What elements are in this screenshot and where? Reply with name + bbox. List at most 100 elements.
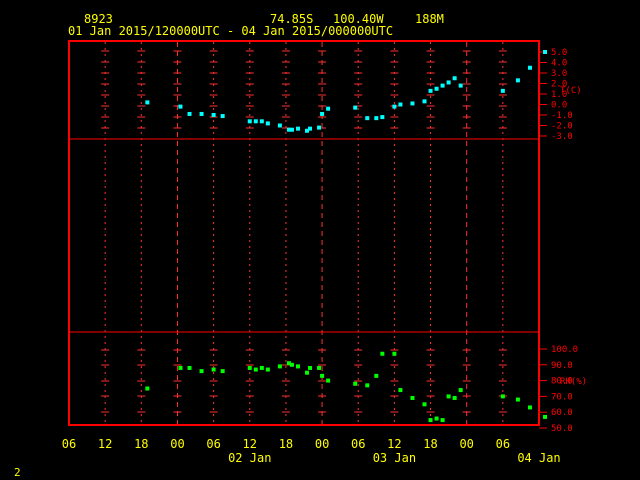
humidity-axis-tick-label: 100.0 bbox=[551, 345, 578, 355]
temperature-axis-tick-label: 4.0 bbox=[551, 59, 567, 69]
temperature-point bbox=[458, 83, 463, 88]
temperature-point bbox=[440, 83, 445, 88]
humidity-point bbox=[320, 373, 325, 378]
grid-layer bbox=[101, 42, 507, 424]
temperature-point bbox=[515, 78, 520, 83]
humidity-point bbox=[353, 381, 358, 386]
x-tick-label: 18 bbox=[134, 437, 148, 451]
x-day-label: 02 Jan bbox=[228, 451, 271, 465]
humidity-point bbox=[308, 365, 313, 370]
temperature-point bbox=[277, 123, 282, 128]
humidity-point bbox=[259, 365, 264, 370]
humidity-point bbox=[380, 351, 385, 356]
humidity-point bbox=[295, 364, 300, 369]
humidity-point bbox=[410, 395, 415, 400]
temperature-axis-tick-label: 0.0 bbox=[551, 101, 567, 111]
temperature-series bbox=[145, 50, 548, 133]
temperature-point bbox=[253, 119, 258, 124]
humidity-point bbox=[211, 367, 216, 372]
temperature-point bbox=[308, 126, 313, 131]
x-tick-label: 12 bbox=[387, 437, 401, 451]
humidity-point bbox=[458, 388, 463, 393]
humidity-point bbox=[374, 373, 379, 378]
plot-frame bbox=[68, 40, 540, 426]
temperature-point bbox=[265, 121, 270, 126]
temperature-point bbox=[500, 88, 505, 93]
temperature-point bbox=[543, 50, 548, 54]
temperature-point bbox=[365, 116, 370, 121]
humidity-point bbox=[428, 418, 433, 423]
x-tick-label: 00 bbox=[315, 437, 329, 451]
temperature-point bbox=[326, 106, 331, 111]
humidity-point bbox=[527, 405, 532, 410]
x-tick-label: 06 bbox=[351, 437, 365, 451]
x-tick-label: 00 bbox=[170, 437, 184, 451]
humidity-point bbox=[326, 378, 331, 383]
x-tick-label: 06 bbox=[62, 437, 76, 451]
temperature-point bbox=[353, 105, 358, 110]
temperature-point bbox=[289, 127, 294, 132]
temperature-point bbox=[247, 119, 252, 124]
x-tick-label: 00 bbox=[459, 437, 473, 451]
humidity-axis-label: RH(%) bbox=[560, 377, 587, 387]
humidity-point bbox=[145, 386, 150, 391]
humidity-point bbox=[187, 365, 192, 370]
x-tick-label: 06 bbox=[496, 437, 510, 451]
temperature-point bbox=[320, 111, 325, 116]
time-range: 01 Jan 2015/120000UTC - 04 Jan 2015/0000… bbox=[68, 24, 394, 38]
humidity-point bbox=[422, 402, 427, 407]
humidity-point bbox=[178, 365, 183, 370]
humidity-axis-tick-label: 50.0 bbox=[551, 424, 573, 434]
temperature-point bbox=[295, 126, 300, 131]
x-tick-label: 06 bbox=[206, 437, 220, 451]
temperature-point bbox=[422, 99, 427, 104]
x-tick-label: 18 bbox=[423, 437, 437, 451]
temperature-point bbox=[452, 76, 457, 81]
humidity-point bbox=[434, 416, 439, 421]
humidity-point bbox=[199, 369, 204, 374]
temperature-axis-label: T(C) bbox=[560, 86, 582, 96]
humidity-axis-tick-label: 60.0 bbox=[551, 408, 573, 418]
humidity-point bbox=[446, 394, 451, 399]
temperature-point bbox=[211, 113, 216, 117]
humidity-axis-tick-label: 90.0 bbox=[551, 361, 573, 371]
humidity-point bbox=[317, 365, 322, 370]
temperature-point bbox=[199, 111, 204, 116]
meteogram-chart: 5.04.03.02.01.00.0-1.0-2.0-3.0 100.090.0… bbox=[62, 40, 587, 465]
humidity-axis: 100.090.080.070.060.050.0 bbox=[539, 345, 578, 434]
humidity-point bbox=[398, 388, 403, 393]
humidity-axis-tick-label: 70.0 bbox=[551, 392, 573, 402]
temperature-point bbox=[187, 111, 192, 116]
temperature-point bbox=[145, 100, 150, 105]
temperature-point bbox=[392, 104, 397, 109]
humidity-point bbox=[392, 351, 397, 356]
x-tick-label: 12 bbox=[243, 437, 257, 451]
humidity-point bbox=[500, 394, 505, 399]
x-day-label: 04 Jan bbox=[517, 451, 560, 465]
frame-number: 2 bbox=[14, 466, 21, 479]
temperature-point bbox=[178, 104, 183, 109]
x-day-label: 03 Jan bbox=[373, 451, 416, 465]
x-axis: 06 12 18 00 06 12 18 00 06 12 18 00 06 02 Jan 03 Jan 04… bbox=[62, 437, 561, 465]
temperature-point bbox=[398, 102, 403, 107]
temperature-point bbox=[434, 86, 439, 91]
humidity-point bbox=[452, 395, 457, 400]
temperature-axis-tick-label: -2.0 bbox=[551, 122, 573, 132]
humidity-point bbox=[220, 369, 225, 374]
humidity-point bbox=[543, 414, 548, 419]
station-elevation: 188M bbox=[415, 12, 444, 26]
temperature-axis-tick-label: -3.0 bbox=[551, 132, 573, 142]
x-tick-label: 12 bbox=[98, 437, 112, 451]
temperature-point bbox=[259, 119, 264, 124]
humidity-point bbox=[265, 367, 270, 372]
humidity-series bbox=[145, 351, 548, 423]
humidity-point bbox=[289, 362, 294, 367]
x-tick-label: 18 bbox=[279, 437, 293, 451]
temperature-point bbox=[410, 101, 415, 106]
humidity-point bbox=[515, 397, 520, 402]
temperature-point bbox=[220, 114, 225, 119]
temperature-axis-tick-label: 5.0 bbox=[551, 48, 567, 58]
temperature-point bbox=[374, 116, 379, 121]
humidity-point bbox=[365, 383, 370, 388]
humidity-point bbox=[440, 418, 445, 423]
